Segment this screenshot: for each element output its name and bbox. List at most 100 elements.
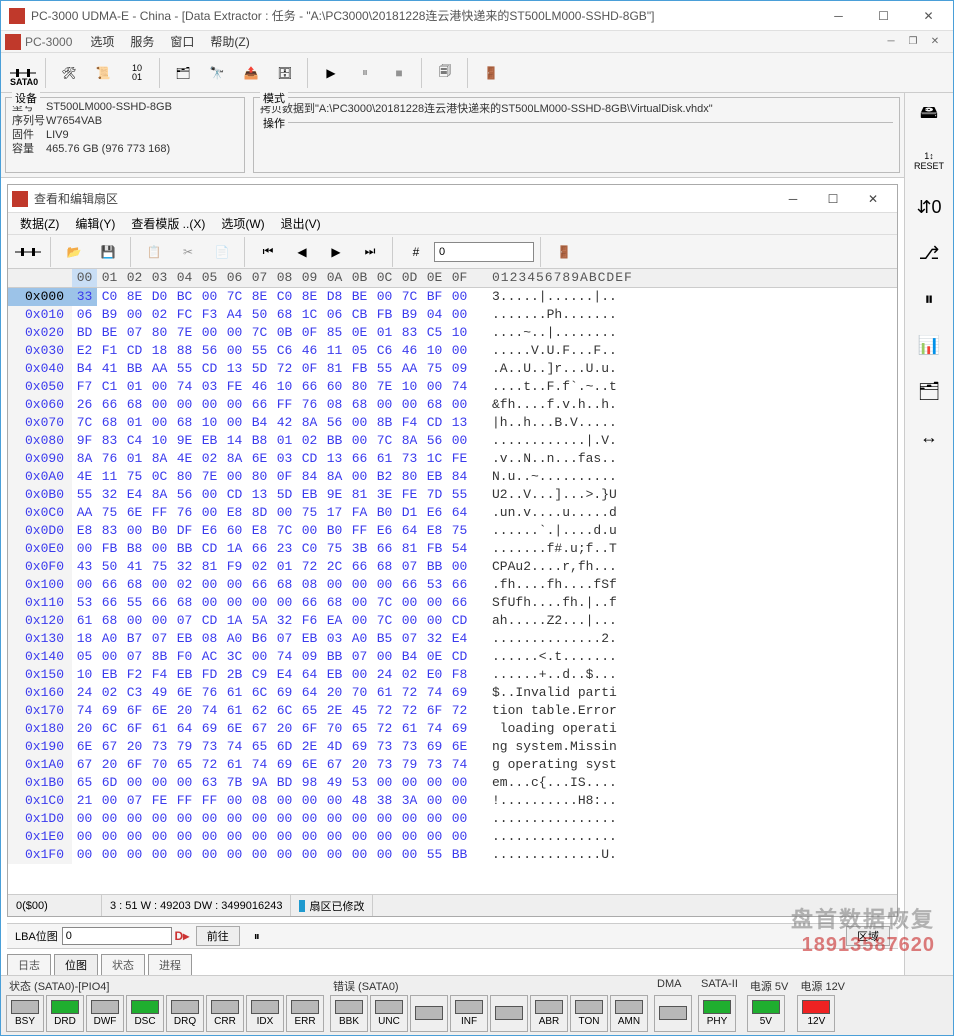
sata-port-button[interactable]: SATA0 bbox=[7, 57, 39, 89]
hex-byte[interactable]: 00 bbox=[72, 540, 97, 558]
hex-byte[interactable]: 2E bbox=[297, 738, 322, 756]
hex-row[interactable]: 0x1602402C3496E76616C6964207061727469$..… bbox=[8, 684, 897, 702]
hex-byte[interactable]: EB bbox=[322, 666, 347, 684]
hex-byte[interactable]: B0 bbox=[147, 522, 172, 540]
hex-byte[interactable]: 32 bbox=[422, 630, 447, 648]
hex-byte[interactable]: 00 bbox=[347, 576, 372, 594]
hex-byte[interactable]: 10 bbox=[422, 342, 447, 360]
hex-byte[interactable]: 2B bbox=[222, 666, 247, 684]
hex-byte[interactable]: 00 bbox=[272, 594, 297, 612]
hex-byte[interactable]: 00 bbox=[222, 468, 247, 486]
hex-byte[interactable]: 02 bbox=[147, 306, 172, 324]
hex-byte[interactable]: 74 bbox=[447, 378, 472, 396]
hex-byte[interactable]: 00 bbox=[122, 774, 147, 792]
hex-byte[interactable]: 00 bbox=[97, 792, 122, 810]
hex-row[interactable]: 0x17074696F6E207461626C652E4572726F72tio… bbox=[8, 702, 897, 720]
hex-byte[interactable]: 14 bbox=[222, 432, 247, 450]
hex-byte[interactable]: BB bbox=[172, 540, 197, 558]
hex-byte[interactable]: 49 bbox=[147, 684, 172, 702]
hex-byte[interactable]: 68 bbox=[122, 396, 147, 414]
hex-byte[interactable]: 83 bbox=[97, 432, 122, 450]
hex-byte[interactable]: FE bbox=[397, 486, 422, 504]
hex-row[interactable]: 0x180206C6F6164696E67206F706572617469 lo… bbox=[8, 720, 897, 738]
hex-byte[interactable]: 18 bbox=[72, 630, 97, 648]
hex-byte[interactable]: 00 bbox=[147, 576, 172, 594]
hex-byte[interactable]: 00 bbox=[197, 324, 222, 342]
hex-byte[interactable]: EB bbox=[297, 630, 322, 648]
binoculars-icon[interactable]: 🔭 bbox=[201, 57, 233, 89]
hex-byte[interactable]: C9 bbox=[247, 666, 272, 684]
hex-byte[interactable]: 8A bbox=[147, 486, 172, 504]
hex-byte[interactable]: 00 bbox=[72, 846, 97, 864]
hex-byte[interactable]: 49 bbox=[322, 774, 347, 792]
hex-byte[interactable]: 00 bbox=[322, 576, 347, 594]
hex-byte[interactable]: EB bbox=[172, 666, 197, 684]
hex-byte[interactable]: 1C bbox=[297, 306, 322, 324]
hex-byte[interactable]: DF bbox=[172, 522, 197, 540]
side-connector-icon[interactable]: ↔ bbox=[913, 421, 945, 453]
hex-byte[interactable]: 8A bbox=[222, 450, 247, 468]
hex-byte[interactable]: 75 bbox=[422, 360, 447, 378]
hex-byte[interactable]: 00 bbox=[147, 846, 172, 864]
hex-byte[interactable]: 65 bbox=[172, 756, 197, 774]
hex-byte[interactable]: 4E bbox=[72, 468, 97, 486]
hex-byte[interactable]: 79 bbox=[172, 738, 197, 756]
hex-byte[interactable]: 61 bbox=[397, 720, 422, 738]
hex-byte[interactable]: B7 bbox=[122, 630, 147, 648]
hex-byte[interactable]: 75 bbox=[122, 468, 147, 486]
hex-byte[interactable]: 72 bbox=[397, 702, 422, 720]
hex-byte[interactable]: 69 bbox=[272, 756, 297, 774]
hex-byte[interactable]: 6C bbox=[272, 702, 297, 720]
hex-copy-icon[interactable]: 📋 bbox=[138, 236, 170, 268]
hex-prev-icon[interactable]: ◀ bbox=[286, 236, 318, 268]
hex-byte[interactable]: 8E bbox=[297, 288, 322, 306]
hex-byte[interactable]: 00 bbox=[347, 414, 372, 432]
hex-byte[interactable]: 6E bbox=[247, 450, 272, 468]
hex-byte[interactable]: 61 bbox=[222, 702, 247, 720]
side-branch-icon[interactable]: ⎇ bbox=[913, 237, 945, 269]
hex-byte[interactable]: FB bbox=[422, 540, 447, 558]
hex-byte[interactable]: 00 bbox=[122, 846, 147, 864]
hex-byte[interactable]: 0F bbox=[297, 324, 322, 342]
hex-byte[interactable]: 66 bbox=[297, 378, 322, 396]
hex-byte[interactable]: 00 bbox=[322, 846, 347, 864]
hex-byte[interactable]: 00 bbox=[372, 810, 397, 828]
hex-byte[interactable]: 01 bbox=[122, 450, 147, 468]
hex-byte[interactable]: 66 bbox=[297, 594, 322, 612]
hex-byte[interactable]: 68 bbox=[347, 396, 372, 414]
minimize-button[interactable]: ─ bbox=[816, 2, 861, 30]
lba-pause-icon[interactable]: ⏸ bbox=[254, 929, 260, 944]
hex-byte[interactable]: BB bbox=[447, 846, 472, 864]
hex-byte[interactable]: 4E bbox=[172, 450, 197, 468]
hex-byte[interactable]: 8E bbox=[122, 288, 147, 306]
hex-byte[interactable]: 50 bbox=[97, 558, 122, 576]
hex-byte[interactable]: 00 bbox=[122, 522, 147, 540]
hex-byte[interactable]: 00 bbox=[72, 576, 97, 594]
hex-byte[interactable]: 07 bbox=[397, 630, 422, 648]
hex-byte[interactable]: 45 bbox=[347, 702, 372, 720]
hex-byte[interactable]: 64 bbox=[447, 504, 472, 522]
hex-byte[interactable]: A0 bbox=[97, 630, 122, 648]
hex-byte[interactable]: CD bbox=[222, 486, 247, 504]
hex-byte[interactable]: 73 bbox=[372, 756, 397, 774]
hex-byte[interactable]: BD bbox=[272, 774, 297, 792]
hex-byte[interactable]: 6C bbox=[247, 684, 272, 702]
hex-byte[interactable]: 68 bbox=[372, 558, 397, 576]
hex-row[interactable]: 0x1B0656D000000637B9ABD98495300000000em.… bbox=[8, 774, 897, 792]
hex-byte[interactable]: 00 bbox=[147, 612, 172, 630]
hex-byte[interactable]: 69 bbox=[447, 720, 472, 738]
hex-byte[interactable]: 00 bbox=[422, 828, 447, 846]
hex-byte[interactable]: 70 bbox=[322, 720, 347, 738]
mdi-restore[interactable]: ❐ bbox=[903, 35, 923, 49]
hex-byte[interactable]: 00 bbox=[97, 810, 122, 828]
hex-byte[interactable]: 00 bbox=[97, 648, 122, 666]
hex-byte[interactable]: 61 bbox=[222, 684, 247, 702]
hex-byte[interactable]: 7C bbox=[372, 432, 397, 450]
hex-byte[interactable]: 6F bbox=[122, 720, 147, 738]
hex-byte[interactable]: 80 bbox=[347, 378, 372, 396]
hex-byte[interactable]: 00 bbox=[247, 594, 272, 612]
hex-byte[interactable]: 08 bbox=[322, 396, 347, 414]
hex-byte[interactable]: 07 bbox=[147, 630, 172, 648]
hex-byte[interactable]: 00 bbox=[247, 648, 272, 666]
hex-byte[interactable]: 00 bbox=[122, 306, 147, 324]
